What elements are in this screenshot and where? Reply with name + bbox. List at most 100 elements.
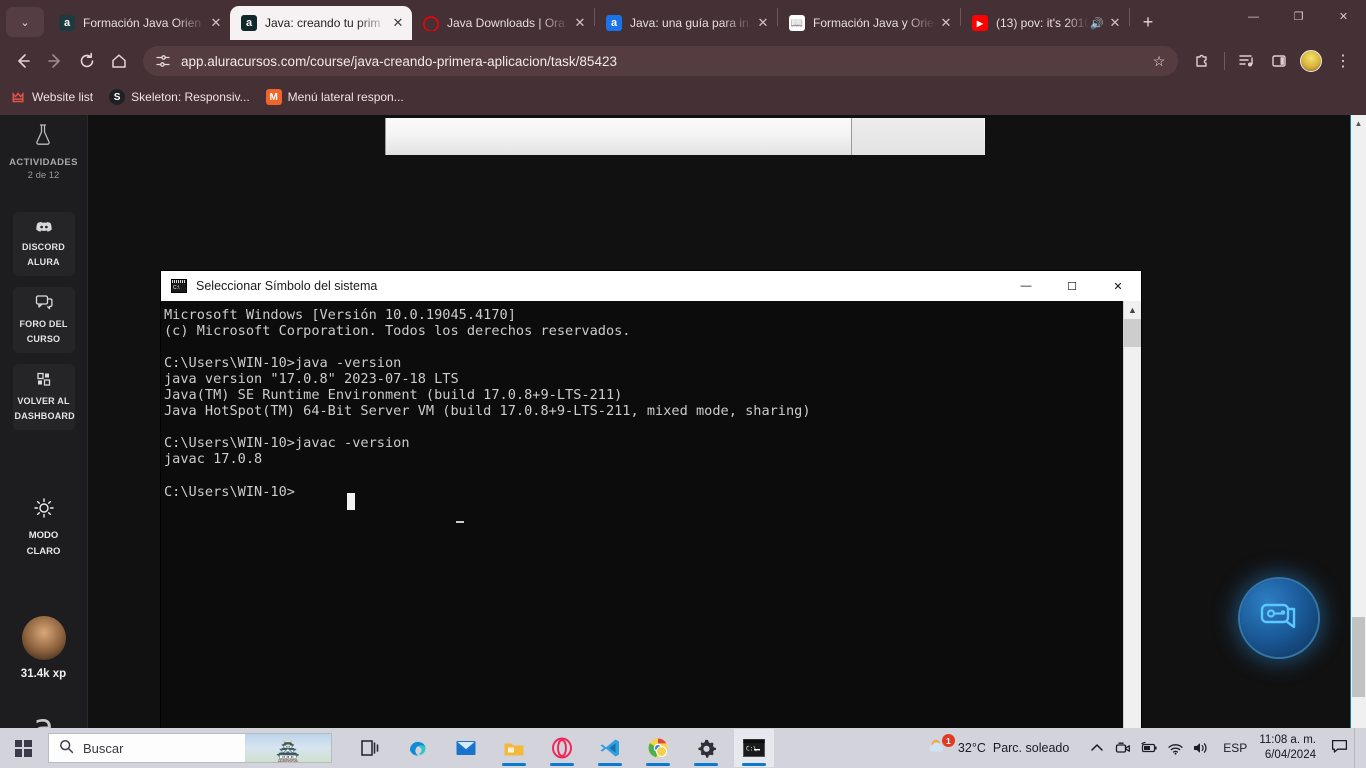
sidebar-item-label2: CURSO: [26, 334, 61, 344]
tray-wifi-icon[interactable]: [1163, 733, 1187, 763]
tab-close-button[interactable]: ✕: [570, 13, 590, 33]
chat-assistant-button[interactable]: [1240, 579, 1318, 657]
sidebar-activities[interactable]: ACTIVIDADES 2 de 12: [9, 123, 78, 182]
tray-overflow-button[interactable]: [1085, 733, 1109, 763]
reload-button[interactable]: [72, 46, 102, 76]
wifi-icon: [1168, 743, 1183, 755]
youtube-favicon-icon: ▶: [972, 15, 988, 31]
window-close-button[interactable]: ✕: [1321, 0, 1366, 33]
running-indicator: [502, 763, 526, 766]
tray-language-indicator[interactable]: ESP: [1215, 741, 1255, 755]
new-tab-button[interactable]: +: [1134, 8, 1162, 36]
page-scrollbar-thumb[interactable]: [1352, 617, 1365, 697]
dashboard-icon: [15, 371, 73, 392]
taskbar-file-explorer[interactable]: [494, 729, 534, 767]
tray-camera-icon[interactable]: [1111, 733, 1135, 763]
cmd-scrollbar-thumb[interactable]: [1124, 319, 1141, 347]
cmd-console-body[interactable]: Microsoft Windows [Versión 10.0.19045.41…: [161, 301, 1141, 752]
html5-icon: M: [265, 89, 282, 105]
address-bar[interactable]: app.aluracursos.com/course/java-creando-…: [143, 46, 1178, 76]
browser-toolbar: app.aluracursos.com/course/java-creando-…: [0, 40, 1366, 82]
tab-search-button[interactable]: ⌄: [6, 7, 44, 37]
sidebar-item-discord[interactable]: DISCORD ALURA: [12, 212, 75, 276]
window-maximize-button[interactable]: ❐: [1276, 0, 1321, 33]
tab-title: Formación Java Orien: [83, 16, 202, 30]
cmd-window-controls: — ☐ ✕: [1003, 271, 1141, 301]
chrome-icon: [648, 738, 668, 758]
sidebar-item-dashboard[interactable]: VOLVER AL DASHBOARD: [12, 364, 75, 430]
taskbar-command-prompt[interactable]: C:\: [734, 729, 774, 767]
tab-close-button[interactable]: ✕: [1105, 13, 1125, 33]
taskbar-mail[interactable]: [446, 729, 486, 767]
browser-tab-6[interactable]: ▶ (13) pov: it's 2010 🔊 ✕: [961, 6, 1129, 40]
book-favicon-icon: 📖: [789, 15, 805, 31]
cmd-title-bar[interactable]: C:\ Seleccionar Símbolo del sistema — ☐ …: [161, 271, 1141, 301]
tab-close-button[interactable]: ✕: [206, 13, 226, 33]
back-button[interactable]: [8, 46, 38, 76]
command-prompt-window[interactable]: C:\ Seleccionar Símbolo del sistema — ☐ …: [161, 271, 1141, 752]
bookmark-star-icon[interactable]: ☆: [1146, 53, 1172, 70]
sidebar-theme-toggle[interactable]: MODO CLARO: [27, 497, 60, 558]
puzzle-icon: [1196, 54, 1207, 67]
cmd-scroll-up-icon[interactable]: ▲: [1124, 301, 1141, 319]
notification-center-button[interactable]: [1326, 739, 1352, 757]
browser-tab-1[interactable]: a Formación Java Orien ✕: [48, 6, 230, 40]
show-desktop-button[interactable]: [1354, 728, 1360, 768]
forward-button[interactable]: [40, 46, 70, 76]
taskbar-opera[interactable]: [542, 729, 582, 767]
running-indicator: [646, 763, 670, 766]
bookmark-skeleton[interactable]: S Skeleton: Responsiv...: [109, 89, 250, 105]
profile-button[interactable]: [1296, 46, 1326, 76]
tab-audio-icon[interactable]: 🔊: [1089, 17, 1105, 30]
cmd-minimize-button[interactable]: —: [1003, 271, 1049, 301]
taskbar-task-buttons: C:\: [350, 729, 774, 767]
browser-tab-4[interactable]: a Java: una guía para in ✕: [595, 6, 777, 40]
site-settings-icon[interactable]: [151, 49, 175, 73]
cmd-maximize-button[interactable]: ☐: [1049, 271, 1095, 301]
weather-notification-badge: 1: [941, 734, 955, 747]
taskbar-search[interactable]: Buscar 🏯: [48, 733, 332, 763]
taskbar-task-view-button[interactable]: [350, 729, 390, 767]
sidebar-user[interactable]: 31.4k xp: [21, 616, 66, 680]
running-indicator: [550, 763, 574, 766]
alura-favicon-icon: a: [606, 15, 622, 31]
taskbar-visual-studio-code[interactable]: [590, 729, 630, 767]
page-editor-strip-right: [851, 118, 984, 155]
cmd-scrollbar[interactable]: ▲ ▼: [1123, 301, 1141, 752]
cmd-close-button[interactable]: ✕: [1095, 271, 1141, 301]
running-indicator: [742, 763, 766, 766]
extensions-button[interactable]: [1187, 46, 1217, 76]
discord-icon: [15, 219, 73, 238]
taskbar-settings[interactable]: [686, 729, 726, 767]
sidebar-item-foro[interactable]: FORO DEL CURSO: [12, 287, 75, 353]
scroll-up-arrow-icon[interactable]: ▲: [1351, 115, 1366, 131]
home-button[interactable]: [104, 46, 134, 76]
window-minimize-button[interactable]: —: [1231, 0, 1276, 33]
chevron-up-icon: [1091, 744, 1104, 751]
page-scrollbar[interactable]: ▲ ▼: [1350, 115, 1366, 752]
toolbar-right-group: ⋮: [1187, 46, 1358, 76]
volume-icon: [1194, 743, 1207, 753]
start-button[interactable]: [0, 728, 46, 768]
mail-icon: [456, 741, 476, 755]
side-panel-button[interactable]: [1264, 46, 1294, 76]
tab-close-button[interactable]: ✕: [936, 13, 956, 33]
taskbar-clock[interactable]: 11:08 a. m. 6/04/2024: [1257, 733, 1324, 763]
chrome-menu-button[interactable]: ⋮: [1328, 46, 1358, 76]
bookmarks-bar: 🜲 Website list S Skeleton: Responsiv... …: [0, 82, 1366, 112]
tab-close-button[interactable]: ✕: [753, 13, 773, 33]
browser-tab-5[interactable]: 📖 Formación Java y Orie ✕: [778, 6, 960, 40]
media-control-button[interactable]: [1232, 46, 1262, 76]
bookmark-website-list[interactable]: 🜲 Website list: [10, 89, 93, 105]
tab-close-button[interactable]: ✕: [388, 13, 408, 33]
tray-volume-icon[interactable]: [1189, 733, 1213, 763]
toolbar-separator: [1224, 52, 1225, 70]
browser-tab-3[interactable]: ◯ Java Downloads | Ora ✕: [412, 6, 594, 40]
skeleton-icon: S: [109, 89, 126, 105]
taskbar-weather-widget[interactable]: 1 32°C Parc. soleado: [927, 734, 1069, 760]
taskbar-google-chrome[interactable]: [638, 729, 678, 767]
taskbar-microsoft-edge[interactable]: [398, 729, 438, 767]
bookmark-menu-lateral[interactable]: M Menú lateral respon...: [265, 89, 404, 105]
browser-tab-2-active[interactable]: a Java: creando tu prim ✕: [230, 6, 412, 40]
tray-battery-icon[interactable]: [1137, 733, 1161, 763]
